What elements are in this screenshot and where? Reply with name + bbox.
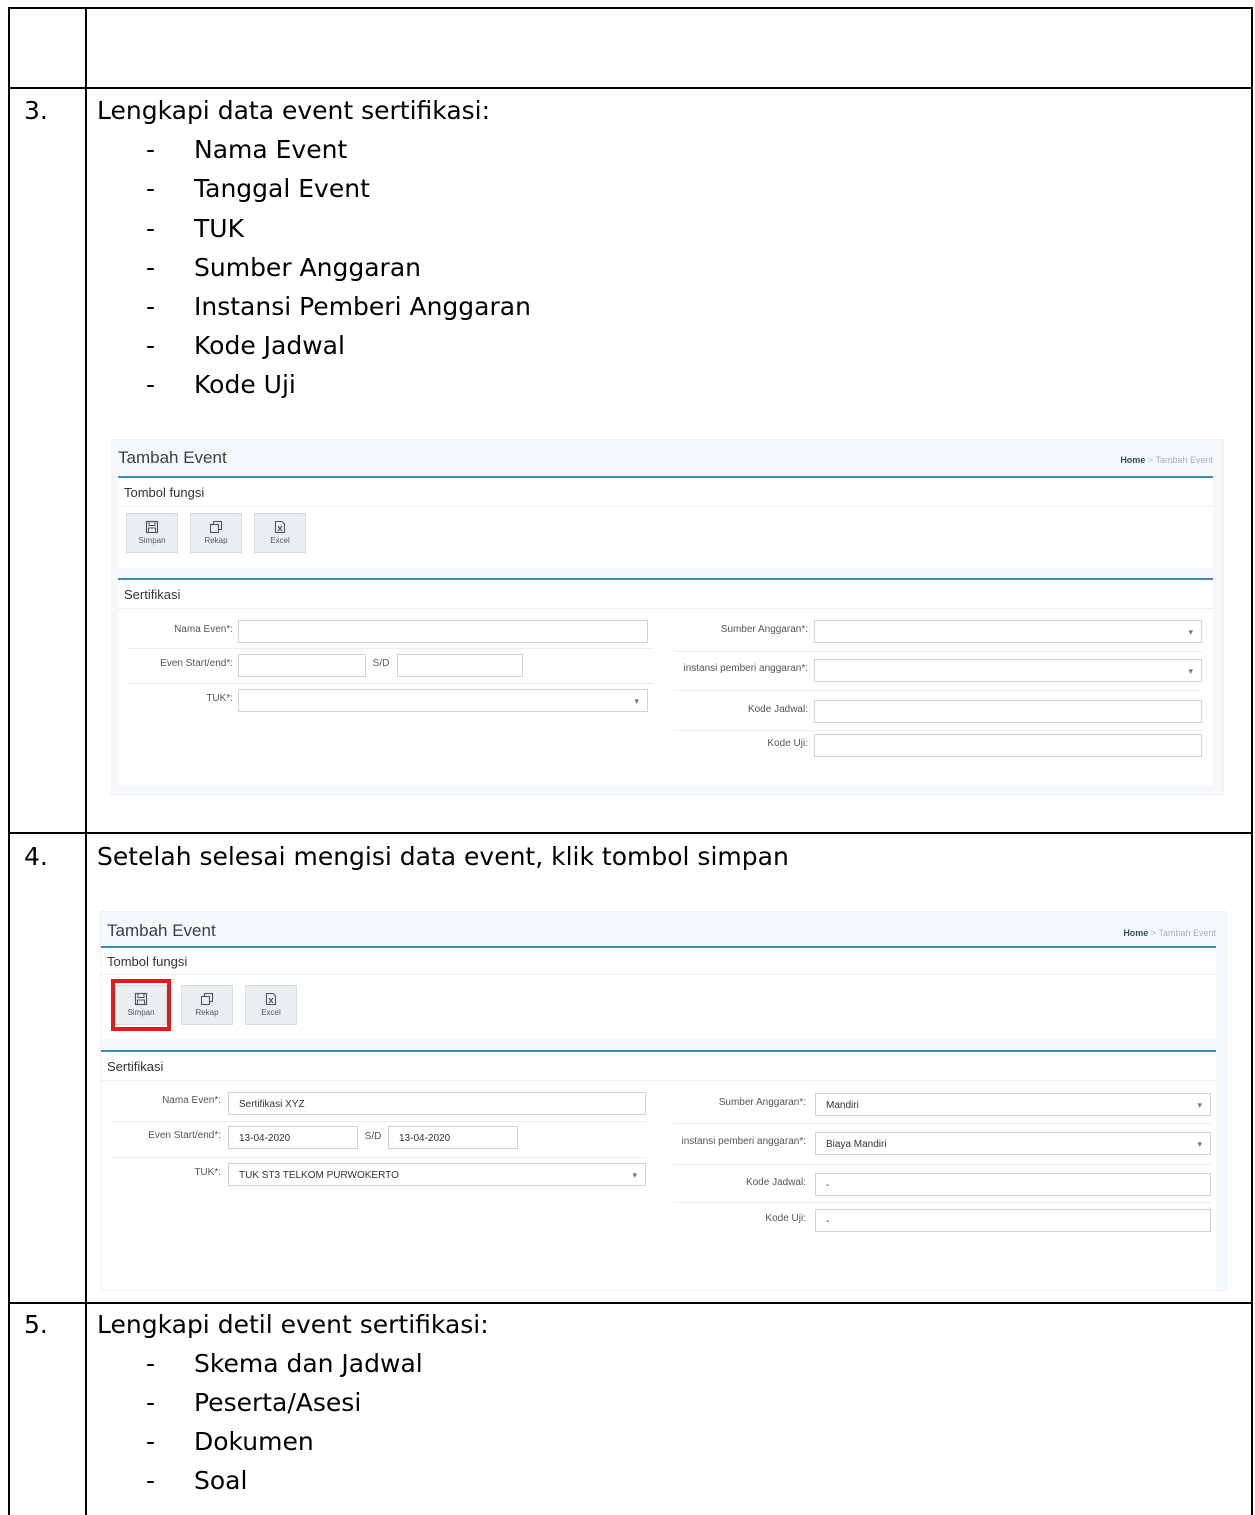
list-item: - Dokumen xyxy=(146,1427,314,1456)
panel-title: Tombol fungsi xyxy=(124,485,205,500)
floppy-disk-icon xyxy=(145,520,159,534)
event-dates-label: Even Start/end*: xyxy=(148,1130,221,1141)
date-separator: S/D xyxy=(372,658,390,669)
panel-title: Sertifikasi xyxy=(124,587,181,602)
breadcrumb-home-link[interactable]: Home xyxy=(1120,455,1145,465)
step-number: 3. xyxy=(24,96,48,125)
excel-file-icon xyxy=(274,520,286,534)
excel-button[interactable]: Excel xyxy=(254,513,306,553)
schedule-code-input[interactable] xyxy=(814,700,1202,723)
budget-agency-select[interactable] xyxy=(814,659,1202,682)
list-item: - Kode Uji xyxy=(146,370,296,399)
recap-button[interactable]: Rekap xyxy=(181,985,233,1025)
schedule-code-input[interactable]: - xyxy=(815,1173,1211,1196)
panel-title: Sertifikasi xyxy=(107,1059,164,1074)
breadcrumb-current: Tambah Event xyxy=(1158,928,1216,938)
table-row-separator xyxy=(8,87,1253,89)
table-border-divider xyxy=(85,7,87,1515)
event-dates-label: Even Start/end*: xyxy=(160,658,233,669)
breadcrumb: Home > Tambah Event xyxy=(1123,928,1216,938)
tuk-label: TUK*: xyxy=(206,693,233,704)
step-title: Lengkapi detil event sertifikasi: xyxy=(97,1310,489,1339)
recap-button[interactable]: Rekap xyxy=(190,513,242,553)
table-border-left xyxy=(8,7,10,1515)
excel-button-label: Excel xyxy=(270,536,290,545)
breadcrumb-home-link[interactable]: Home xyxy=(1123,928,1148,938)
event-name-input[interactable]: Sertifikasi XYZ xyxy=(228,1092,646,1115)
list-item: - TUK xyxy=(146,214,244,243)
list-item: - Nama Event xyxy=(146,135,348,164)
tuk-select[interactable]: TUK ST3 TELKOM PURWOKERTO xyxy=(228,1163,646,1186)
save-button-highlight xyxy=(111,979,171,1031)
screenshot-empty-form: Tambah Event Home > Tambah Event Tombol … xyxy=(111,439,1224,795)
certification-panel: Sertifikasi Nama Even*: Even Start/end*:… xyxy=(118,578,1213,786)
budget-agency-label: instansi pemberi anggaran*: xyxy=(683,663,808,674)
tuk-select[interactable] xyxy=(238,689,648,712)
recap-button-label: Rekap xyxy=(204,536,228,545)
copy-icon xyxy=(209,520,223,534)
event-name-label: Nama Even*: xyxy=(174,624,233,635)
budget-agency-label: instansi pemberi anggaran*: xyxy=(681,1136,806,1147)
excel-file-icon xyxy=(265,992,277,1006)
budget-source-label: Sumber Anggaran*: xyxy=(720,624,808,635)
table-border-top xyxy=(8,7,1253,9)
page-title: Tambah Event xyxy=(118,448,227,467)
certification-panel: Sertifikasi Nama Even*: Sertifikasi XYZ … xyxy=(101,1050,1216,1290)
start-date-input[interactable] xyxy=(238,654,366,677)
end-date-input[interactable]: 13-04-2020 xyxy=(388,1126,518,1149)
list-item: - Tanggal Event xyxy=(146,174,370,203)
breadcrumb-current: Tambah Event xyxy=(1155,455,1213,465)
table-row-separator xyxy=(8,832,1253,834)
step-number: 5. xyxy=(24,1310,48,1339)
event-name-label: Nama Even*: xyxy=(162,1095,221,1106)
schedule-code-label: Kode Jadwal: xyxy=(747,704,808,715)
test-code-label: Kode Uji: xyxy=(767,738,808,749)
list-item: - Kode Jadwal xyxy=(146,331,345,360)
event-name-input[interactable] xyxy=(238,620,648,643)
budget-source-label: Sumber Anggaran*: xyxy=(718,1097,806,1108)
list-item: - Instansi Pemberi Anggaran xyxy=(146,292,531,321)
table-border-right xyxy=(1251,7,1253,1515)
list-item: - Peserta/Asesi xyxy=(146,1388,362,1417)
recap-button-label: Rekap xyxy=(195,1008,219,1017)
list-item: - Sumber Anggaran xyxy=(146,253,421,282)
date-separator: S/D xyxy=(364,1131,382,1142)
copy-icon xyxy=(200,992,214,1006)
end-date-input[interactable] xyxy=(397,654,523,677)
budget-agency-select[interactable]: Biaya Mandiri xyxy=(815,1132,1211,1155)
list-item: - Soal xyxy=(146,1466,248,1495)
list-item: - Skema dan Jadwal xyxy=(146,1349,423,1378)
excel-button[interactable]: Excel xyxy=(245,985,297,1025)
test-code-input[interactable]: - xyxy=(815,1209,1211,1232)
panel-title: Tombol fungsi xyxy=(107,954,188,969)
save-button-label: Simpan xyxy=(138,536,166,545)
test-code-input[interactable] xyxy=(814,734,1202,757)
excel-button-label: Excel xyxy=(261,1008,281,1017)
save-button[interactable]: Simpan xyxy=(126,513,178,553)
page-title: Tambah Event xyxy=(107,921,216,940)
table-row-separator xyxy=(8,1302,1253,1304)
budget-source-select[interactable] xyxy=(814,620,1202,643)
tuk-label: TUK*: xyxy=(194,1167,221,1178)
test-code-label: Kode Uji: xyxy=(765,1213,806,1224)
budget-source-select[interactable]: Mandiri xyxy=(815,1093,1211,1116)
function-panel: Tombol fungsi Simpan Rekap Excel xyxy=(101,946,1216,1038)
screenshot-filled-form: Tambah Event Home > Tambah Event Tombol … xyxy=(100,911,1227,1291)
step-title: Setelah selesai mengisi data event, klik… xyxy=(97,842,789,871)
breadcrumb: Home > Tambah Event xyxy=(1120,455,1213,465)
start-date-input[interactable]: 13-04-2020 xyxy=(228,1126,358,1149)
step-title: Lengkapi data event sertifikasi: xyxy=(97,96,491,125)
schedule-code-label: Kode Jadwal: xyxy=(745,1177,806,1188)
function-panel: Tombol fungsi Simpan Rekap Excel xyxy=(118,476,1213,568)
step-number: 4. xyxy=(24,842,48,871)
